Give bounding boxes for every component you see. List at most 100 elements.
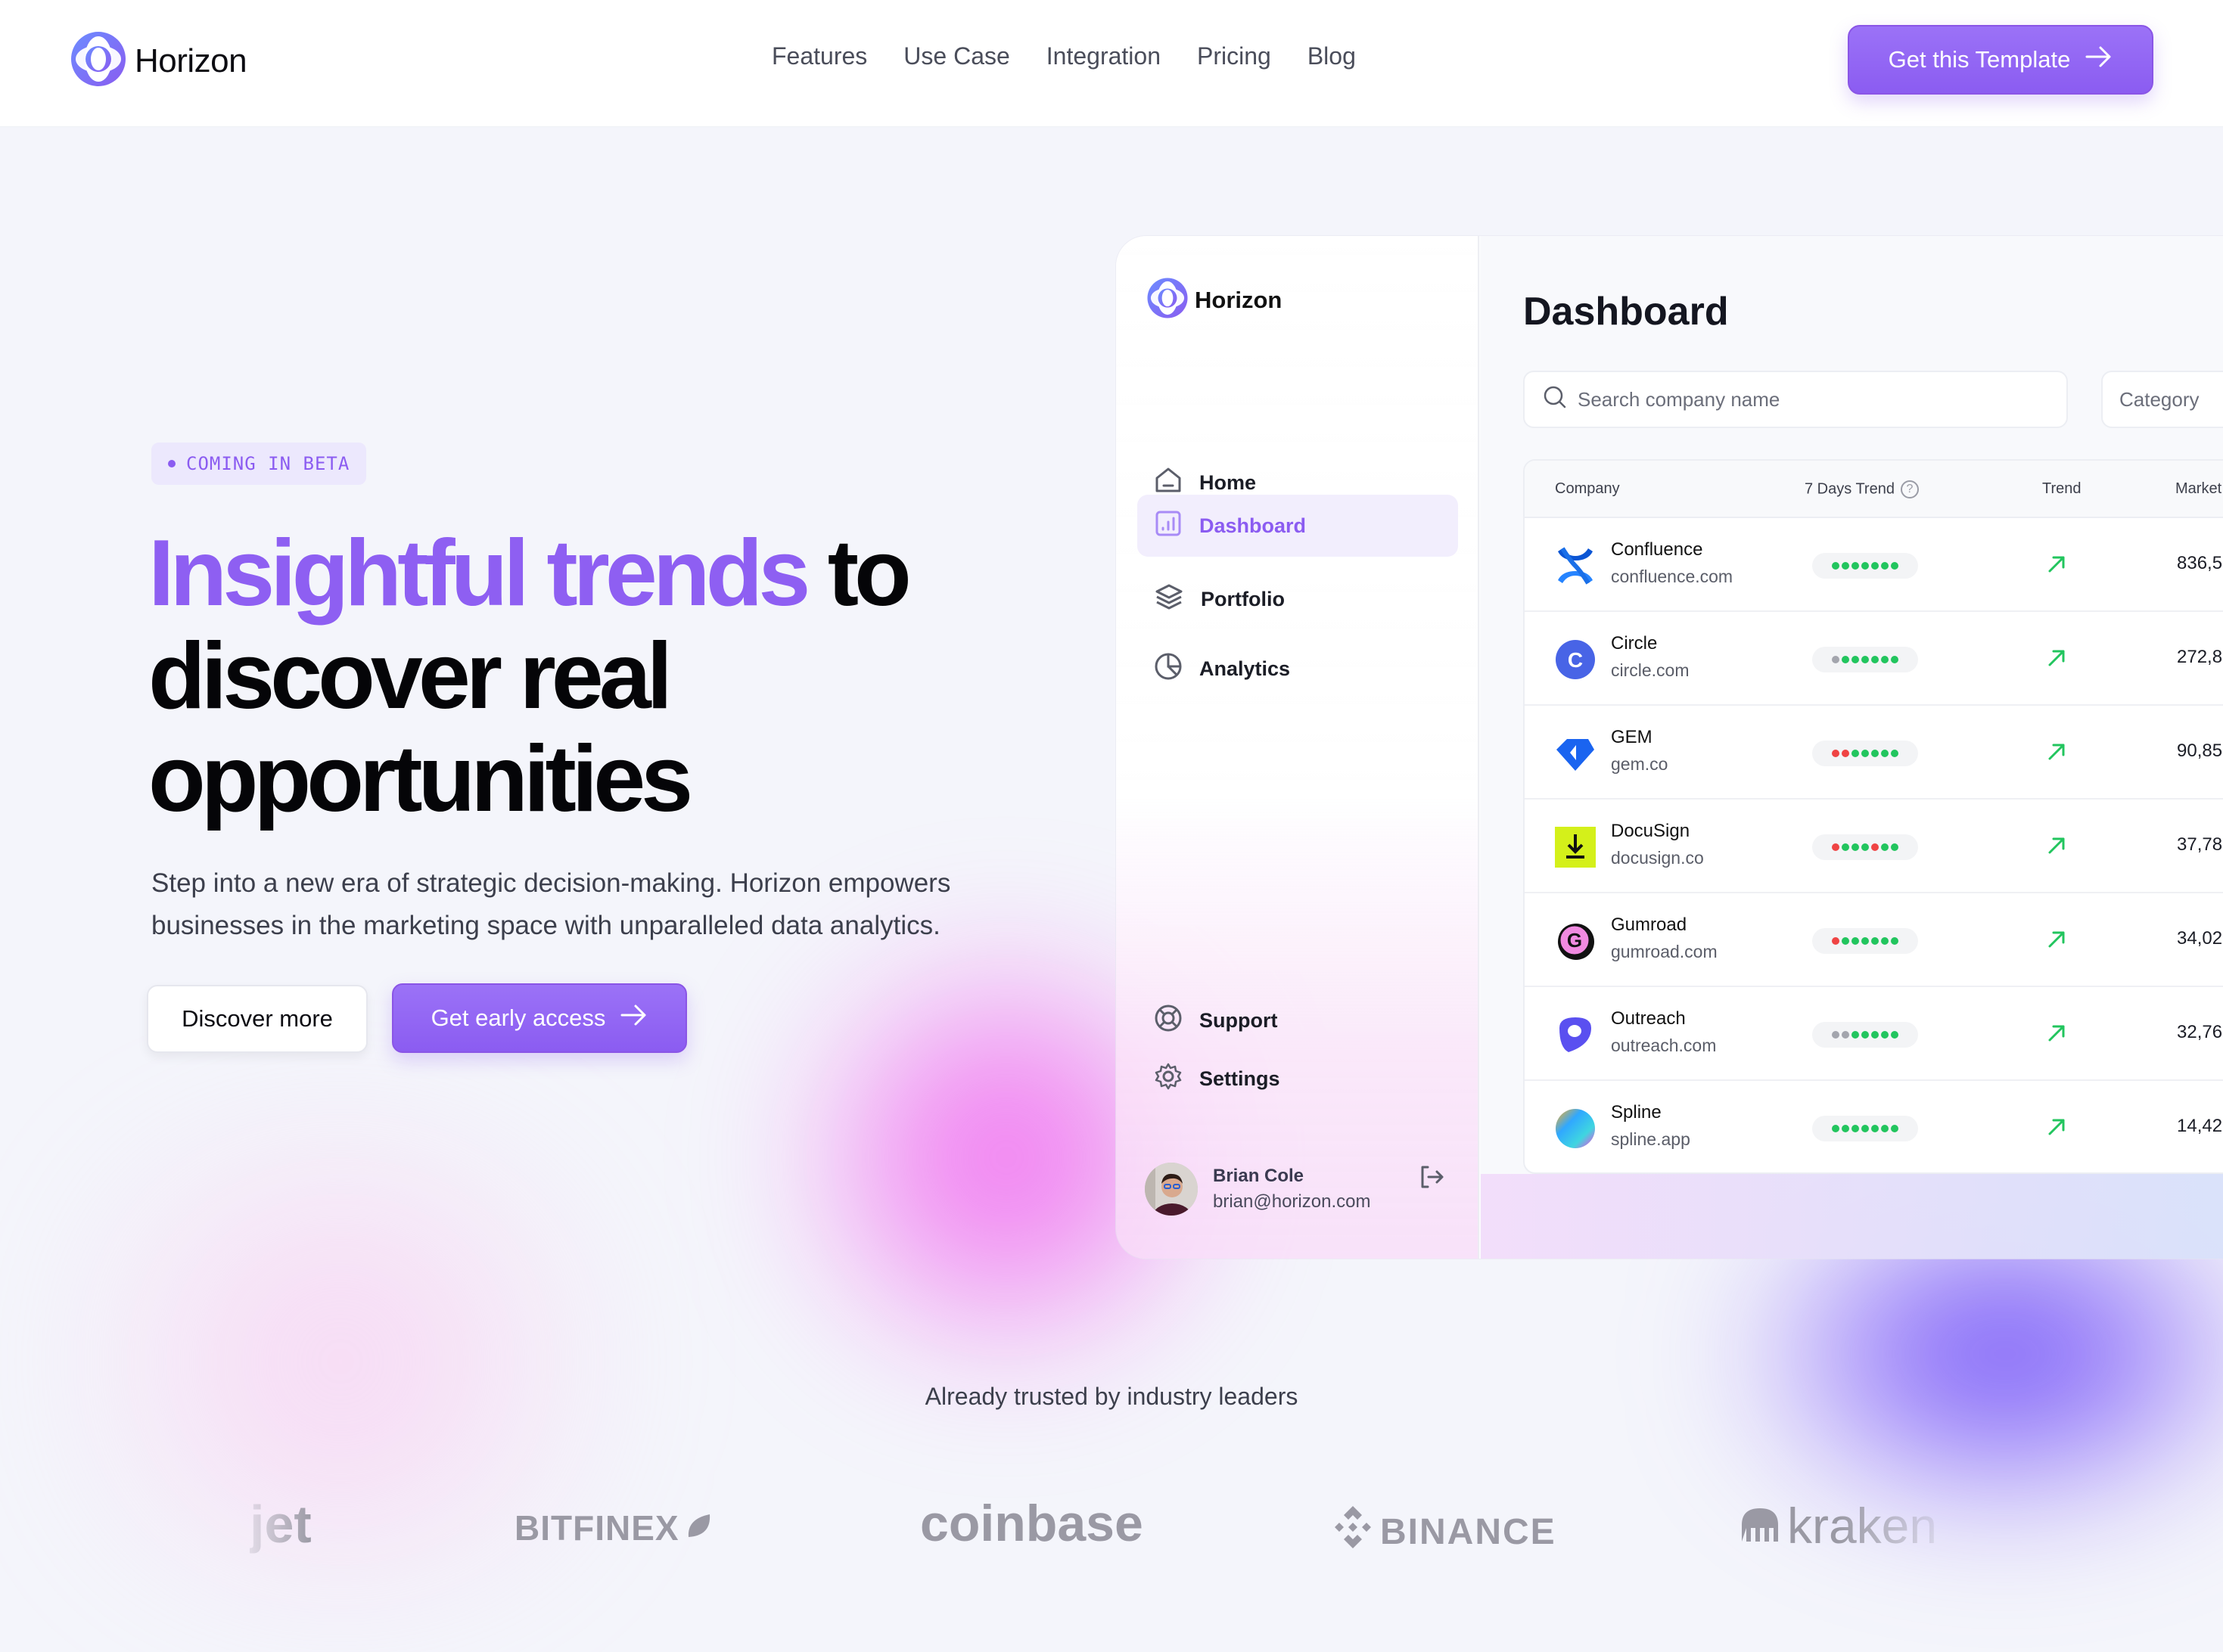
table-row[interactable]: DocuSign docusign.co 37,78 [1525, 800, 2223, 893]
sidebar-label: Settings [1199, 1067, 1280, 1090]
trend-dot [1891, 562, 1898, 570]
discover-more-button[interactable]: Discover more [147, 985, 368, 1053]
table-row[interactable]: Outreach outreach.com 32,76 [1525, 987, 2223, 1081]
column-market[interactable]: Market [2175, 480, 2221, 498]
preview-brand-name: Horizon [1195, 286, 1282, 313]
trend-dot [1871, 656, 1879, 663]
get-early-access-label: Get early access [431, 1005, 606, 1031]
company-name[interactable]: GEM [1611, 727, 1652, 748]
seven-day-trend-dots [1812, 928, 1918, 954]
table-row[interactable]: C Circle circle.com 272,8 [1525, 612, 2223, 706]
logo-kraken-text: kraken [1787, 1498, 1938, 1554]
preview-sidebar: Horizon Home Dashboard Portfolio Analyti… [1116, 236, 1479, 1259]
nav-link-integration[interactable]: Integration [1046, 42, 1161, 70]
nav-link-use-case[interactable]: Use Case [903, 42, 1010, 70]
trend-dot [1871, 1125, 1879, 1132]
binance-icon [1332, 1504, 1374, 1559]
spline-logo-icon [1555, 1108, 1596, 1149]
trend-dot [1871, 843, 1879, 851]
company-name[interactable]: Outreach [1611, 1008, 1686, 1029]
trend-dot [1891, 937, 1898, 945]
user-email: brian@horizon.com [1213, 1191, 1371, 1212]
nav-link-features[interactable]: Features [772, 42, 867, 70]
headline-part-3: opportunities [148, 727, 693, 831]
help-icon[interactable]: ? [1900, 480, 1919, 498]
company-name[interactable]: Circle [1611, 633, 1657, 654]
seven-day-trend-dots [1812, 741, 1918, 766]
table-row[interactable]: GEM gem.co 90,85 [1525, 706, 2223, 800]
trend-dot [1851, 656, 1859, 663]
trend-up-arrow-icon [2047, 554, 2066, 578]
trend-dot [1861, 1125, 1869, 1132]
logo-binance: BINANCE [1332, 1504, 1556, 1559]
column-company[interactable]: Company [1555, 480, 1620, 498]
arrow-right-icon [2085, 45, 2113, 74]
trend-up-arrow-icon [2047, 930, 2066, 953]
column-7-days-trend[interactable]: 7 Days Trend? [1805, 480, 1919, 498]
market-value: 90,85 [2177, 741, 2223, 761]
nav-link-pricing[interactable]: Pricing [1197, 42, 1271, 70]
sidebar-label: Dashboard [1199, 514, 1307, 537]
user-profile[interactable]: Brian Cole brian@horizon.com [1145, 1163, 1370, 1216]
kraken-icon [1739, 1497, 1781, 1554]
logo-coinbase-text: coinbase [920, 1495, 1143, 1552]
trend-dot [1832, 1125, 1839, 1132]
column-7-days-trend-label: 7 Days Trend [1805, 480, 1895, 498]
trend-dot [1832, 656, 1839, 663]
badge-label: COMING IN BETA [186, 453, 350, 474]
sidebar-label: Home [1199, 470, 1257, 494]
trend-dot [1881, 1125, 1889, 1132]
trend-dot [1891, 1031, 1898, 1039]
chart-icon [1154, 509, 1183, 543]
market-value: 272,8 [2177, 647, 2223, 667]
table-row[interactable]: G Gumroad gumroad.com 34,02 [1525, 893, 2223, 987]
table-row[interactable]: Confluence confluence.com 836,5 [1525, 518, 2223, 612]
table-row[interactable]: Spline spline.app 14,42 [1525, 1081, 2223, 1172]
get-template-button[interactable]: Get this Template [1848, 25, 2153, 95]
trend-dot [1832, 750, 1839, 757]
company-name[interactable]: Gumroad [1611, 914, 1687, 936]
trend-dot [1832, 843, 1839, 851]
trend-dot [1871, 562, 1879, 570]
company-name[interactable]: Spline [1611, 1102, 1662, 1123]
company-search-input[interactable]: Search company name [1523, 371, 2068, 428]
sidebar-item-support[interactable]: Support [1137, 989, 1458, 1051]
get-template-label: Get this Template [1888, 46, 2071, 73]
sidebar-item-settings[interactable]: Settings [1137, 1048, 1458, 1110]
trend-dot [1861, 656, 1869, 663]
company-domain: spline.app [1611, 1129, 1690, 1149]
dashboard-title: Dashboard [1523, 290, 1729, 334]
sidebar-item-analytics[interactable]: Analytics [1137, 638, 1458, 700]
trend-dot [1851, 937, 1859, 945]
sidebar-item-dashboard[interactable]: Dashboard [1137, 495, 1458, 557]
seven-day-trend-dots [1812, 647, 1918, 672]
svg-text:G: G [1567, 929, 1582, 952]
trend-dot [1851, 843, 1859, 851]
category-filter[interactable]: Category [2101, 371, 2223, 428]
dashboard-preview: Horizon Home Dashboard Portfolio Analyti… [1116, 236, 2223, 1259]
trend-up-arrow-icon [2047, 742, 2066, 765]
brand[interactable]: Horizon [70, 30, 247, 92]
trend-dot [1851, 1031, 1859, 1039]
get-early-access-button[interactable]: Get early access [392, 983, 687, 1053]
table-body: Confluence confluence.com 836,5 C Circle circ… [1525, 518, 2223, 1172]
beta-badge: COMING IN BETA [151, 442, 367, 485]
nav-link-blog[interactable]: Blog [1307, 42, 1356, 70]
preview-brand: Horizon [1146, 277, 1282, 323]
lifebuoy-icon [1154, 1004, 1183, 1038]
sidebar-item-portfolio[interactable]: Portfolio [1137, 568, 1458, 630]
column-trend[interactable]: Trend [2042, 480, 2082, 498]
company-name[interactable]: DocuSign [1611, 821, 1690, 842]
company-domain: circle.com [1611, 660, 1690, 680]
trend-dot [1861, 1031, 1869, 1039]
sidebar-label: Portfolio [1201, 587, 1285, 610]
headline-part-2: discover real [148, 624, 673, 728]
logout-icon[interactable] [1419, 1165, 1444, 1193]
trend-dot [1891, 656, 1898, 663]
company-name[interactable]: Confluence [1611, 539, 1702, 560]
preview-main: Dashboard Search company name Category C… [1481, 236, 2223, 1259]
logo-kraken: kraken [1739, 1497, 1937, 1554]
trend-dot [1861, 750, 1869, 757]
gumroad-logo-icon: G [1555, 921, 1596, 961]
discover-more-label: Discover more [182, 1005, 333, 1032]
